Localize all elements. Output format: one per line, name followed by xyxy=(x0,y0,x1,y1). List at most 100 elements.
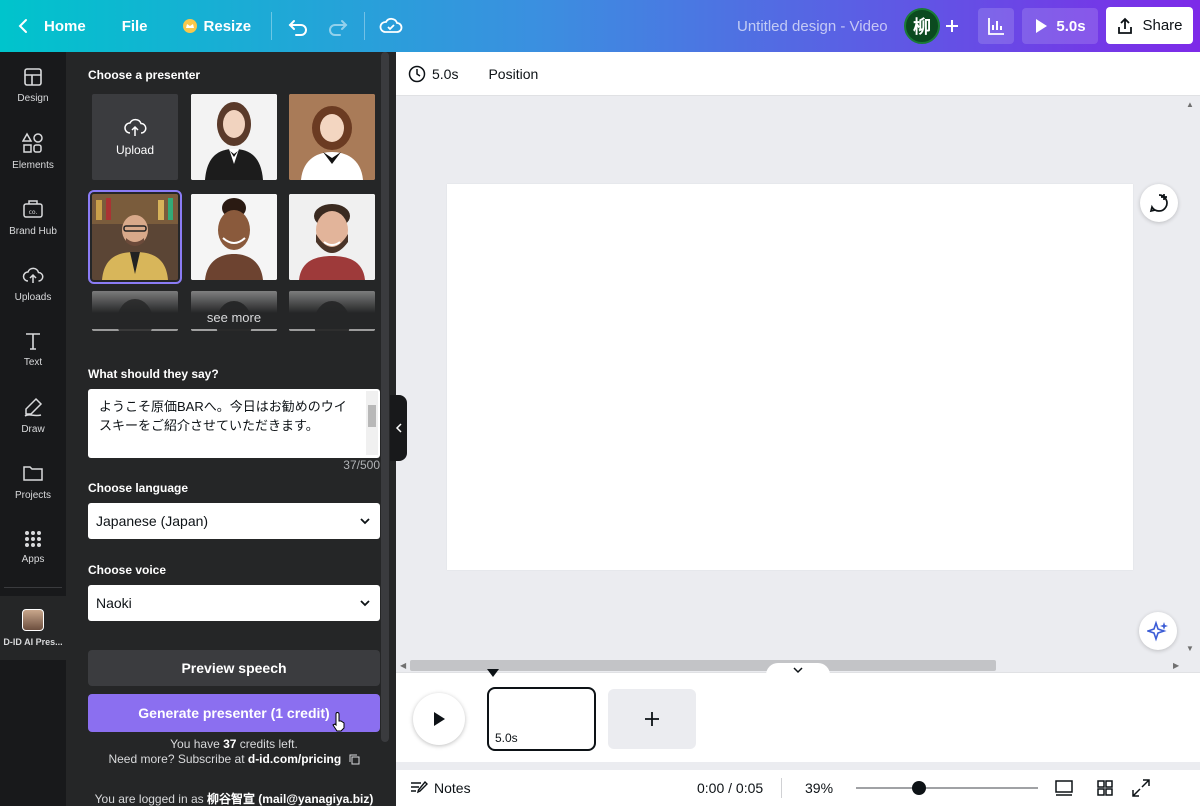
presenter-heading: Choose a presenter xyxy=(88,68,201,82)
chevron-left-icon xyxy=(395,423,402,433)
redo-icon xyxy=(329,20,348,36)
scroll-left-arrow[interactable]: ◀ xyxy=(400,661,406,670)
need-more-text: Need more? Subscribe at xyxy=(108,752,248,766)
play-icon xyxy=(1036,19,1048,33)
rail-item-apps[interactable]: Apps xyxy=(0,514,66,580)
grid-view-button[interactable] xyxy=(1095,778,1115,798)
generate-label: Generate presenter (1 credit) xyxy=(138,705,330,721)
chevron-down-icon xyxy=(360,600,370,607)
collapse-panel-button[interactable] xyxy=(390,395,407,461)
preview-speech-button[interactable]: Preview speech xyxy=(88,650,380,686)
duration-label: 5.0s xyxy=(1056,17,1086,35)
rail-divider xyxy=(4,587,62,588)
shapes-icon xyxy=(22,131,43,153)
presenter-thumb[interactable] xyxy=(289,194,375,280)
invite-button[interactable] xyxy=(940,10,964,42)
upload-presenter-tile[interactable]: Upload xyxy=(92,94,178,180)
layout-icon xyxy=(24,67,42,86)
rail-item-design[interactable]: Design xyxy=(0,52,66,118)
scroll-up-arrow[interactable]: ▲ xyxy=(1186,100,1194,109)
file-menu[interactable]: File xyxy=(112,0,158,52)
add-page-button[interactable] xyxy=(608,689,696,749)
timeline-clip[interactable]: 5.0s xyxy=(487,687,596,751)
notes-button[interactable]: Notes xyxy=(410,780,471,796)
language-heading: Choose language xyxy=(88,481,189,495)
playhead[interactable] xyxy=(487,669,499,677)
zoom-slider-thumb[interactable] xyxy=(912,781,927,795)
zoom-percent[interactable]: 39% xyxy=(805,780,833,796)
textarea-scroll-knob[interactable] xyxy=(368,405,376,427)
play-preview-button[interactable]: 5.0s xyxy=(1022,8,1098,44)
chevron-left-icon xyxy=(18,19,27,33)
timeline-play-button[interactable] xyxy=(413,693,465,745)
see-more-link[interactable]: see more xyxy=(88,289,380,329)
scroll-down-arrow[interactable]: ▼ xyxy=(1186,644,1194,653)
scroll-right-arrow[interactable]: ▶ xyxy=(1173,661,1179,670)
presenter-portrait-icon xyxy=(191,194,277,280)
presenter-thumb[interactable] xyxy=(191,194,277,280)
copy-icon[interactable] xyxy=(349,754,360,765)
page-view-button[interactable] xyxy=(1054,778,1074,798)
presenter-thumb-selected[interactable] xyxy=(88,190,182,284)
design-title[interactable]: Untitled design - Video xyxy=(737,0,888,52)
file-label: File xyxy=(121,17,148,35)
rail-item-uploads[interactable]: Uploads xyxy=(0,250,66,316)
generate-presenter-button[interactable]: Generate presenter (1 credit) xyxy=(88,694,380,732)
save-status-button[interactable] xyxy=(371,0,411,52)
context-toolbar: 5.0s Position xyxy=(396,52,1200,96)
presenter-portrait-icon xyxy=(92,194,178,280)
cursor-hand-icon xyxy=(332,712,345,732)
subscribe-info: Need more? Subscribe at d-id.com/pricing xyxy=(88,752,380,766)
left-rail: Design Elements co. Brand Hub Uploads Te… xyxy=(0,52,66,806)
presenter-thumb[interactable] xyxy=(191,94,277,180)
rail-label: Projects xyxy=(14,489,52,501)
logged-in-prefix: You are logged in as xyxy=(94,792,207,806)
rail-item-text[interactable]: Text xyxy=(0,316,66,382)
timing-button[interactable]: 5.0s xyxy=(396,65,470,83)
see-more-label: see more xyxy=(206,310,262,325)
redo-button[interactable] xyxy=(318,0,358,52)
credits-suffix: credits left. xyxy=(236,737,298,751)
login-info: You are logged in as 柳谷智宣 (mail@yanagiya… xyxy=(88,790,380,806)
collapse-timeline-button[interactable] xyxy=(766,663,830,677)
language-select[interactable]: Japanese (Japan) xyxy=(88,503,380,539)
share-label: Share xyxy=(1142,17,1183,34)
chevron-down-icon xyxy=(360,518,370,525)
top-bar: Home File Resize Untitled design - Video… xyxy=(0,0,1200,52)
home-button[interactable]: Home xyxy=(0,0,96,52)
rail-label: Brand Hub xyxy=(9,225,57,237)
rail-label: D-ID AI Pres... xyxy=(3,637,63,647)
fullscreen-button[interactable] xyxy=(1131,778,1151,798)
logged-in-user: 柳谷智宣 (mail@yanagiya.biz) xyxy=(206,792,374,806)
pricing-link[interactable]: d-id.com/pricing xyxy=(248,752,341,766)
presenter-thumb[interactable] xyxy=(289,94,375,180)
voice-value: Naoki xyxy=(96,595,132,611)
voice-select[interactable]: Naoki xyxy=(88,585,380,621)
share-button[interactable]: Share xyxy=(1106,7,1193,44)
rail-item-d-id-label[interactable]: D-ID AI Pres... xyxy=(0,595,66,661)
credits-prefix: You have xyxy=(170,737,224,751)
rail-item-elements[interactable]: Elements xyxy=(0,118,66,184)
rail-item-brand-hub[interactable]: co. Brand Hub xyxy=(0,184,66,250)
panel-scrollbar[interactable] xyxy=(381,52,389,742)
rail-item-draw[interactable]: Draw xyxy=(0,382,66,448)
grid-icon xyxy=(25,530,41,547)
zoom-slider-track[interactable] xyxy=(856,787,1038,789)
rail-item-projects[interactable]: Projects xyxy=(0,448,66,514)
resize-button[interactable]: Resize xyxy=(172,0,262,52)
cloud-upload-icon xyxy=(22,267,44,283)
magic-assistant-button[interactable] xyxy=(1139,612,1177,650)
position-button[interactable]: Position xyxy=(476,66,550,82)
add-comment-button[interactable] xyxy=(1140,184,1178,222)
undo-button[interactable] xyxy=(278,0,318,52)
insights-button[interactable] xyxy=(978,8,1014,44)
toolbar-divider xyxy=(364,12,366,40)
textarea-scrollbar[interactable] xyxy=(366,391,378,455)
script-textarea[interactable]: ようこそ原価BARへ。今日はお勧めのウイスキーをご紹介させていただきます。 xyxy=(88,389,380,458)
design-canvas[interactable] xyxy=(447,184,1133,570)
avatar[interactable]: 柳 xyxy=(904,8,940,44)
text-icon xyxy=(26,332,40,350)
play-icon xyxy=(434,712,445,726)
pen-icon xyxy=(24,397,43,417)
playback-time: 0:00 / 0:05 xyxy=(697,780,764,796)
